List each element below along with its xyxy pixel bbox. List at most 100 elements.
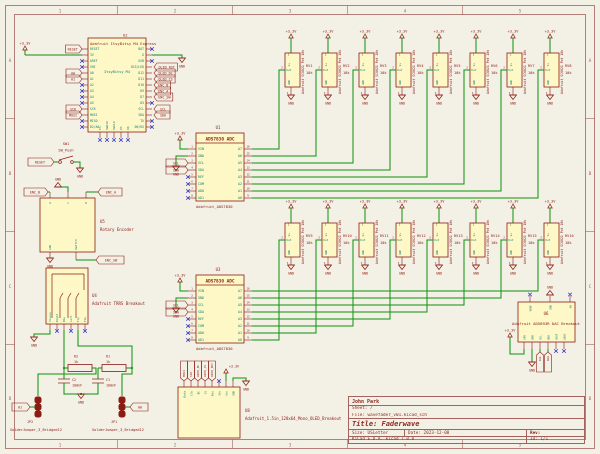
title-block-title: Title: Faderwave — [349, 419, 584, 430]
svg-text:MOSI: MOSI — [182, 370, 186, 377]
svg-text:RV7: RV7 — [528, 64, 535, 68]
svg-text:SDA: SDA — [160, 113, 166, 117]
svg-text:R1: R1 — [106, 355, 110, 359]
svg-text:SWITCH: SWITCH — [74, 239, 78, 250]
svg-text:GND: GND — [325, 102, 331, 106]
svg-text:14: 14 — [246, 159, 250, 163]
svg-text:Adafruit AD5693R DAC Breakout: Adafruit AD5693R DAC Breakout — [512, 321, 580, 326]
svg-text:A2: A2 — [238, 324, 242, 328]
svg-text:+3.3V: +3.3V — [434, 200, 446, 204]
svg-text:U6: U6 — [544, 311, 549, 316]
svg-text:GND: GND — [472, 250, 476, 255]
svg-text:RV5: RV5 — [454, 64, 461, 68]
svg-text:MOSI: MOSI — [90, 113, 98, 117]
svg-text:GND: GND — [325, 272, 331, 276]
svg-text:Out: Out — [397, 68, 403, 72]
svg-text:RESET: RESET — [35, 160, 45, 164]
svg-text:RV12: RV12 — [417, 234, 426, 238]
svg-text:A6: A6 — [238, 154, 242, 158]
svg-text:Out: Out — [471, 68, 477, 72]
svg-text:13: 13 — [246, 166, 250, 170]
svg-text:D13/LED: D13/LED — [131, 65, 144, 69]
svg-text:Out: Out — [434, 238, 440, 242]
svg-text:SCL: SCL — [538, 356, 542, 361]
svg-text:10k: 10k — [565, 71, 572, 75]
svg-text:GND: GND — [362, 272, 368, 276]
svg-text:SCL: SCL — [198, 303, 204, 307]
svg-text:GND: GND — [288, 102, 294, 106]
svg-text:GND: GND — [548, 305, 552, 310]
svg-text:SolderJumper_3_Bridged12: SolderJumper_3_Bridged12 — [92, 428, 144, 432]
svg-text:10k: 10k — [528, 71, 535, 75]
svg-text:+3.3V: +3.3V — [434, 30, 446, 34]
svg-text:10k: 10k — [417, 241, 424, 245]
svg-text:A1: A1 — [238, 331, 242, 335]
svg-text:SCK: SCK — [90, 107, 96, 111]
svg-text:Out: Out — [545, 68, 551, 72]
svg-text:10: 10 — [246, 329, 250, 333]
svg-text:U3: U3 — [216, 267, 221, 272]
svg-text:Adafruit SC6021 Pot 10k: Adafruit SC6021 Pot 10k — [449, 220, 453, 264]
svg-text:GND: GND — [243, 388, 249, 392]
svg-text:SCL: SCL — [173, 161, 179, 165]
svg-text:10k: 10k — [417, 71, 424, 75]
svg-text:RV9: RV9 — [306, 234, 313, 238]
svg-text:GND: GND — [436, 272, 442, 276]
svg-text:A0: A0 — [568, 305, 572, 309]
svg-text:VIN: VIN — [198, 289, 204, 293]
svg-text:Adafruit SC6021 Pot 10k: Adafruit SC6021 Pot 10k — [301, 220, 305, 264]
svg-text:Out: Out — [508, 238, 514, 242]
svg-text:OLED_CS: OLED_CS — [203, 365, 207, 377]
svg-text:+3.3V: +3.3V — [360, 30, 372, 34]
svg-text:A5: A5 — [90, 101, 94, 105]
svg-text:Vin: Vin — [224, 391, 228, 396]
svg-text:10k: 10k — [491, 241, 498, 245]
svg-text:10k: 10k — [528, 241, 535, 245]
svg-text:SDA: SDA — [198, 168, 204, 172]
svg-text:GND: GND — [361, 80, 365, 85]
svg-text:100nF: 100nF — [72, 384, 82, 388]
svg-text:V+: V+ — [435, 63, 439, 67]
svg-text:RV1: RV1 — [306, 64, 313, 68]
svg-text:ENC_SW: ENC_SW — [158, 95, 171, 99]
svg-text:RV11: RV11 — [380, 234, 389, 238]
svg-text:BAT: BAT — [138, 47, 144, 51]
svg-text:GND: GND — [179, 65, 185, 69]
svg-text:RV4: RV4 — [417, 64, 424, 68]
svg-text:V+: V+ — [324, 233, 328, 237]
svg-text:3Vo: 3Vo — [217, 391, 221, 396]
svg-text:GND: GND — [198, 154, 204, 158]
svg-text:10k: 10k — [343, 71, 350, 75]
svg-text:SCL: SCL — [138, 107, 144, 111]
svg-text:A5: A5 — [238, 303, 242, 307]
svg-text:GND: GND — [198, 296, 204, 300]
svg-text:10k: 10k — [454, 71, 461, 75]
svg-text:10k: 10k — [306, 71, 313, 75]
svg-text:A4: A4 — [238, 310, 242, 314]
svg-text:GND: GND — [399, 102, 405, 106]
svg-text:+3.3V: +3.3V — [471, 200, 483, 204]
svg-text:Adafruit SC6021 Pot 10k: Adafruit SC6021 Pot 10k — [486, 50, 490, 94]
svg-text:GND: GND — [287, 80, 291, 85]
svg-text:U8: U8 — [245, 408, 250, 413]
svg-text:SDA: SDA — [546, 335, 550, 340]
svg-text:ENC_A: ENC_A — [106, 190, 116, 194]
svg-text:COM: COM — [198, 324, 204, 328]
svg-text:GND: GND — [473, 102, 479, 106]
title-block-date: Date: 2023-12-08 — [404, 430, 526, 436]
svg-text:10: 10 — [246, 187, 250, 191]
svg-text:+3.3V: +3.3V — [175, 274, 187, 278]
svg-text:V+: V+ — [287, 63, 291, 67]
svg-text:GND: GND — [288, 272, 294, 276]
svg-text:MOSI: MOSI — [69, 113, 77, 117]
schematic-canvas[interactable]: 1122334455AABBCCDDU2Adafruit ItsyBitsy M… — [0, 0, 600, 454]
svg-text:DC: DC — [196, 391, 200, 395]
svg-text:+3.3V: +3.3V — [397, 200, 409, 204]
svg-text:SDA: SDA — [138, 113, 144, 117]
svg-text:+3.3V: +3.3V — [545, 30, 557, 34]
svg-text:RV13: RV13 — [454, 234, 463, 238]
svg-text:11: 11 — [246, 180, 250, 184]
svg-text:D11: D11 — [138, 77, 144, 81]
svg-text:RESET: RESET — [68, 47, 78, 51]
svg-text:GND: GND — [55, 178, 61, 182]
